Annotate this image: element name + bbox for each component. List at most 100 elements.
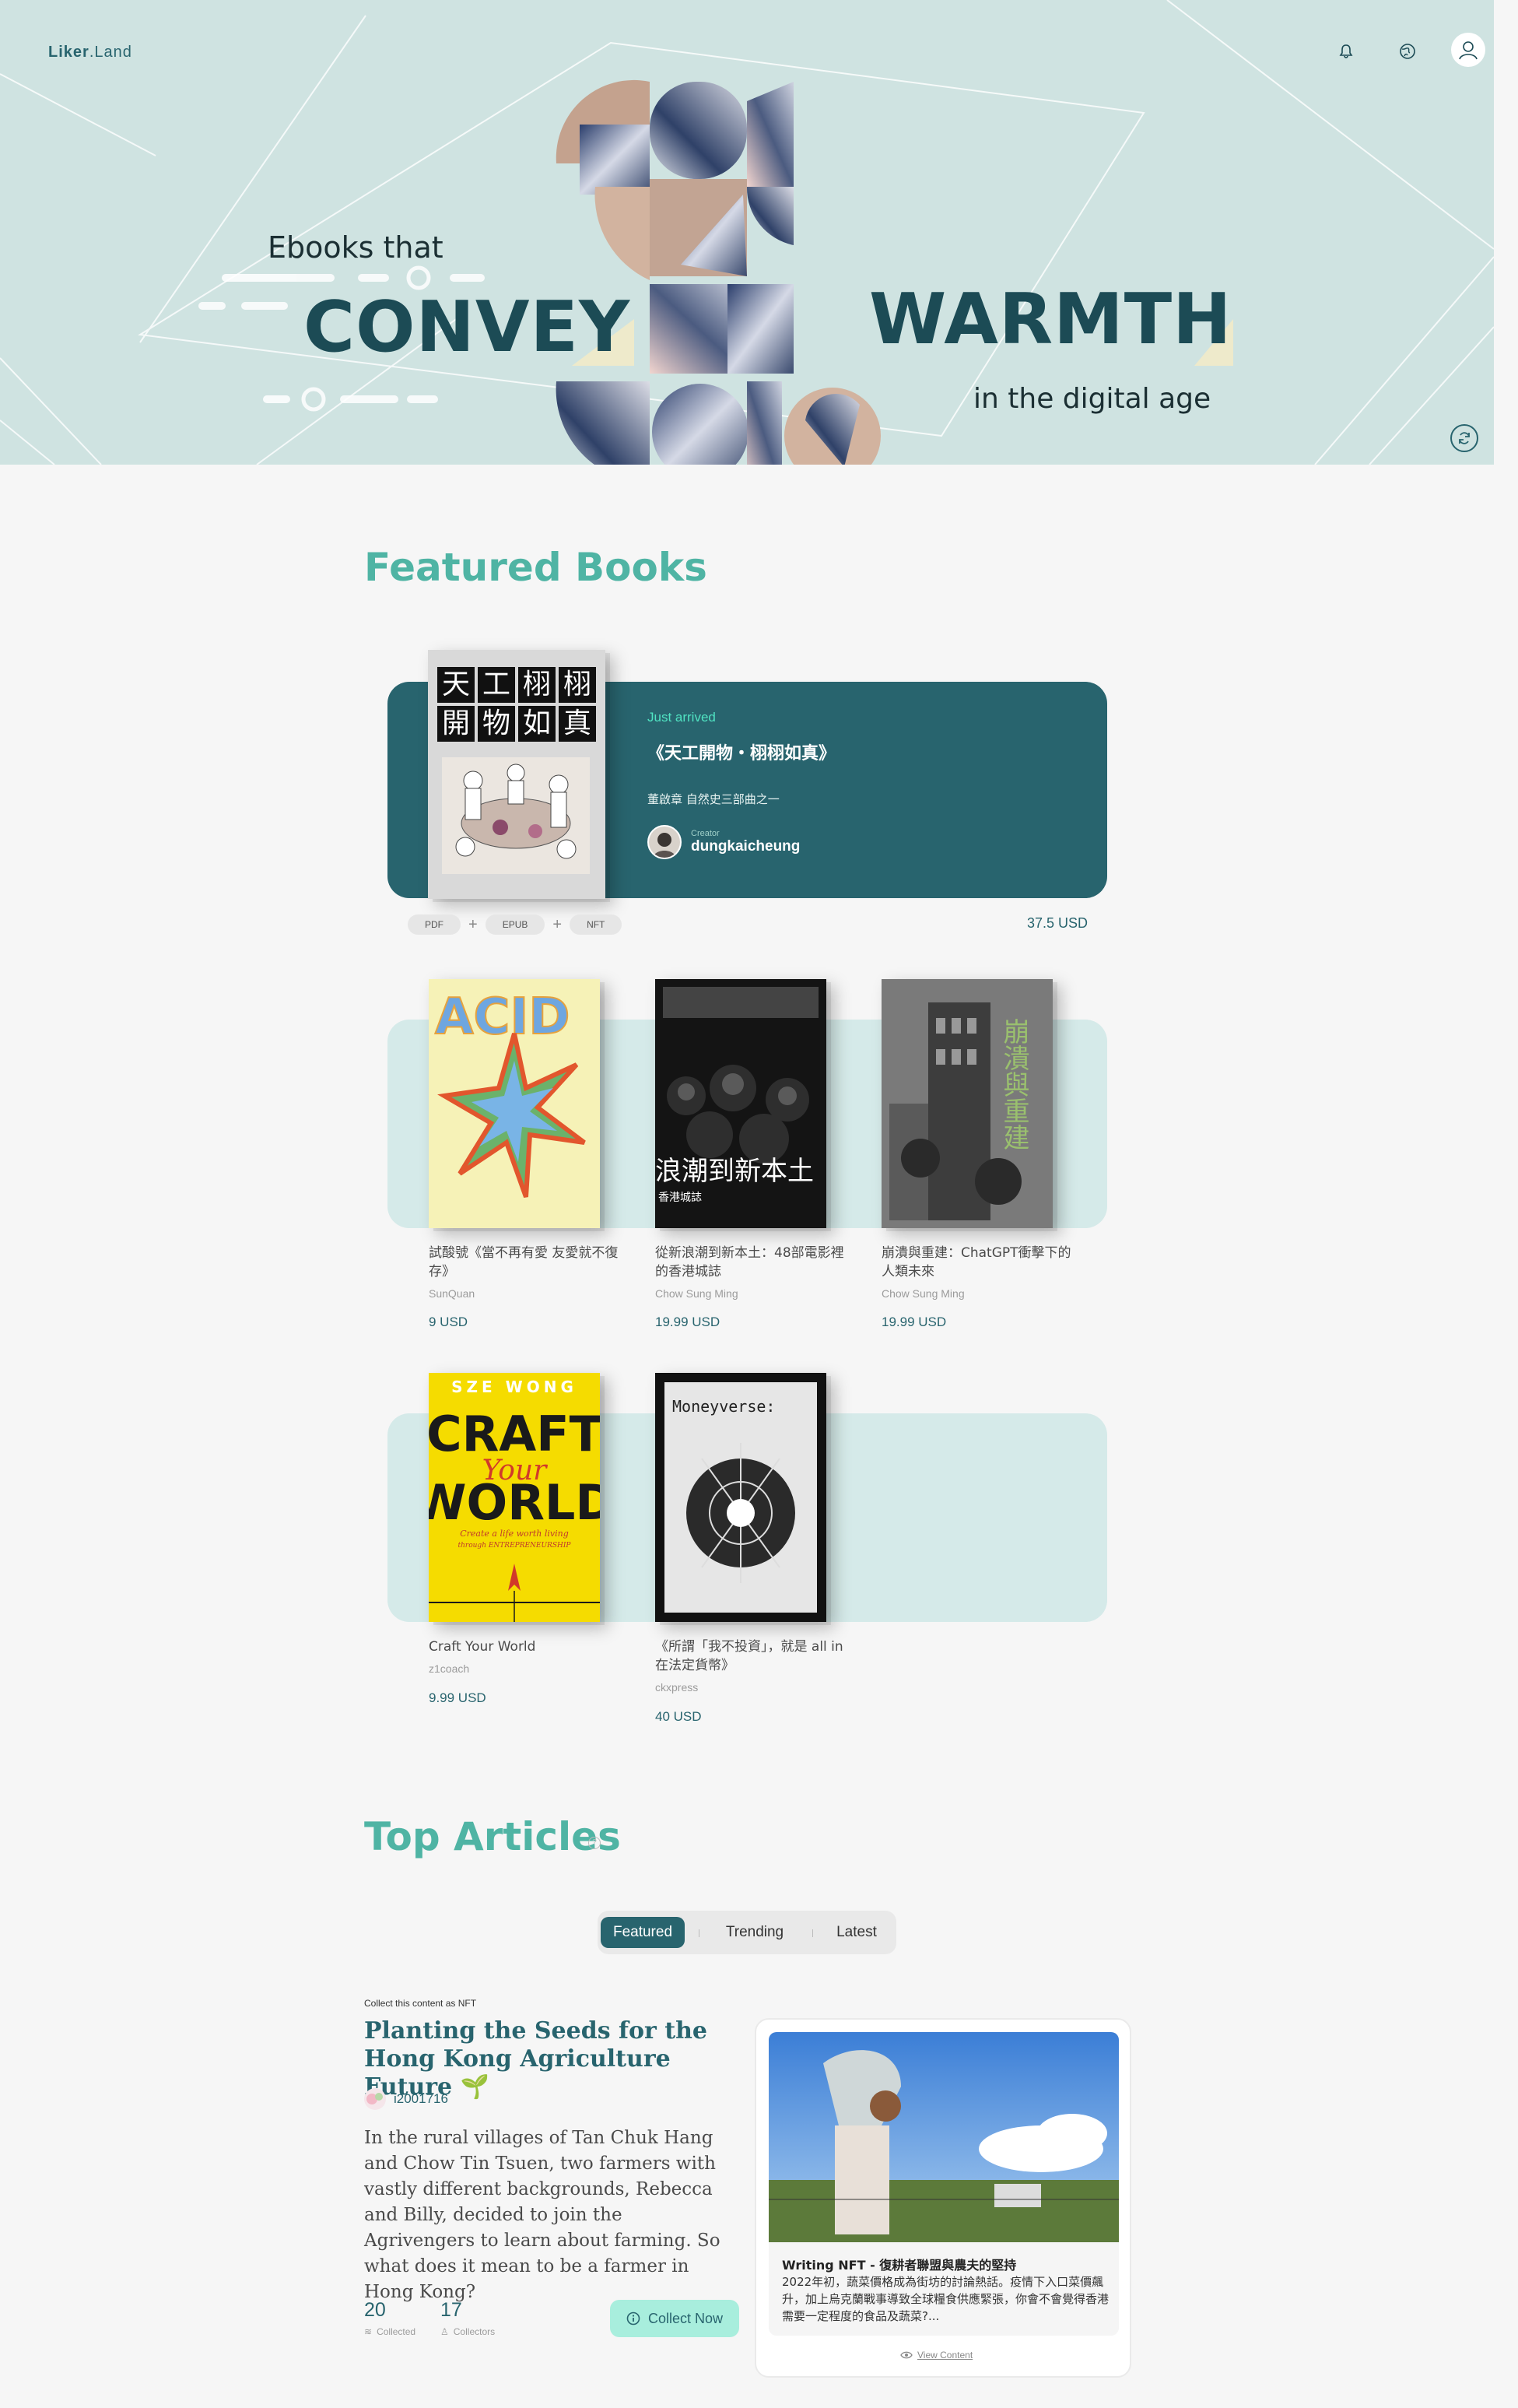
collected-count: 20 [364, 2299, 386, 2321]
nft-card-title: Writing NFT - 復耕者聯盟與農夫的堅持 [782, 2258, 1017, 2273]
book-author[interactable]: z1coach [429, 1662, 469, 1675]
plus-icon: + [468, 915, 478, 933]
view-content-label: View Content [917, 2350, 973, 2361]
book-author[interactable]: Chow Sung Ming [882, 1287, 965, 1300]
book-author[interactable]: SunQuan [429, 1287, 475, 1300]
book-author[interactable]: Chow Sung Ming [655, 1287, 738, 1300]
user-icon [1459, 41, 1478, 60]
featured-book-cover[interactable]: 天 工 栩 栩 開 物 如 真 [428, 650, 605, 899]
book-cover-moneyverse[interactable]: Moneyverse: [655, 1373, 826, 1622]
creator-avatar [647, 825, 682, 859]
cover-char: 真 [559, 706, 596, 742]
article-tabs: Featured Trending Latest [598, 1911, 896, 1954]
view-content-link[interactable]: View Content [900, 2350, 973, 2361]
moneyverse-cover-art: Moneyverse: [655, 1373, 826, 1622]
just-arrived-tag: Just arrived [647, 710, 716, 725]
plus-icon: + [552, 915, 563, 933]
info-circle-icon [626, 2311, 640, 2326]
format-badges: PDF + EPUB + NFT [408, 914, 622, 935]
nft-collect-label: Collect this content as NFT [364, 1998, 477, 2009]
new-wave-cover-art: 浪潮到新本土 香港城誌 [655, 979, 826, 1228]
logo[interactable]: Liker.Land [48, 44, 132, 61]
collectors-label: Collectors [453, 2326, 496, 2337]
acid-cover-art: ACID [429, 979, 600, 1228]
hero-word-warmth: WARMTH [869, 279, 1232, 360]
hero-line-2: in the digital age [973, 383, 1211, 415]
nft-card-description: 2022年初，蔬菜價格成為街坊的討論熱話。疫情下入口菜價飆升，加上烏克蘭戰事導致… [782, 2275, 1110, 2323]
featured-book-price: 37.5 USD [1027, 915, 1089, 931]
collected-stat: 20 ≋ Collected [364, 2299, 415, 2337]
hero-word-convey: CONVEY [303, 286, 631, 368]
moneyverse-cover-title: Moneyverse: [672, 1397, 775, 1416]
tab-featured[interactable]: Featured [601, 1917, 685, 1948]
hero-line-1: Ebooks that [268, 230, 443, 265]
author-avatar [364, 2088, 386, 2110]
cover-char: 如 [518, 706, 556, 742]
article-author[interactable]: i2001716 [364, 2088, 448, 2110]
tab-divider [812, 1929, 813, 1937]
new-wave-cover-subtitle: 香港城誌 [658, 1192, 702, 1204]
craft-cover-tagline-2: through ENTREPRENEURSHIP [458, 1542, 572, 1550]
book-title[interactable]: Craft Your World [429, 1638, 623, 1656]
collectors-stat: 17 ♙ Collectors [440, 2299, 495, 2337]
article-excerpt: In the rural villages of Tan Chuk Hang a… [364, 2128, 720, 2302]
globe-icon[interactable] [1390, 34, 1425, 68]
collapse-cover-art: 崩潰與重建 [882, 979, 1053, 1228]
collect-now-label: Collect Now [647, 2310, 724, 2326]
book-price: 9.99 USD [429, 1690, 486, 1705]
user-avatar-button[interactable] [1451, 33, 1485, 67]
tab-trending[interactable]: Trending [706, 1917, 803, 1948]
collapse-cover-title: 崩潰與重建 [998, 1018, 1029, 1150]
format-badge-nft: NFT [570, 914, 622, 935]
help-icon[interactable]: ? [588, 1837, 601, 1849]
refresh-icon[interactable] [1450, 424, 1478, 452]
cover-char: 開 [437, 706, 475, 742]
format-badge-epub: EPUB [485, 914, 545, 935]
cover-char: 工 [478, 667, 515, 703]
cover-char: 栩 [559, 667, 596, 703]
bell-icon[interactable] [1329, 34, 1363, 68]
book-title[interactable]: 《所謂「我不投資」，就是 all in 在法定貨幣》 [655, 1638, 850, 1675]
header-icons [1323, 33, 1494, 75]
collect-now-button[interactable]: Collect Now [610, 2300, 739, 2337]
book-price: 19.99 USD [655, 1315, 720, 1329]
creator-name: dungkaicheung [691, 838, 801, 855]
logo-text: Liker [48, 44, 89, 61]
logo-suffix: .Land [89, 44, 132, 61]
acid-cover-title: ACID [435, 988, 570, 1046]
book-cover-new-wave[interactable]: 浪潮到新本土 香港城誌 [655, 979, 826, 1228]
top-articles-title: Top Articles [364, 1814, 621, 1859]
book-author[interactable]: ckxpress [655, 1681, 698, 1694]
tab-latest[interactable]: Latest [820, 1917, 893, 1948]
book-title[interactable]: 試酸號《當不再有愛 友愛就不復存》 [429, 1244, 623, 1281]
collected-label: Collected [377, 2326, 416, 2337]
craft-cover-art: SZE WONG CRAFT Your WORLD Create a life … [429, 1373, 600, 1622]
book-price: 40 USD [655, 1709, 702, 1724]
author-name: i2001716 [394, 2091, 448, 2106]
eye-icon [900, 2351, 913, 2359]
featured-creator[interactable]: Creator dungkaicheung [647, 825, 800, 859]
book-title[interactable]: 從新浪潮到新本土：48部電影裡的香港城誌 [655, 1244, 850, 1281]
book-price: 19.99 USD [882, 1315, 947, 1329]
featured-books-title: Featured Books [364, 545, 707, 590]
book-cover-collapse[interactable]: 崩潰與重建 [882, 979, 1053, 1228]
hero-book-collage [556, 79, 881, 465]
craft-cover-tagline-1: Create a life worth living [460, 1529, 569, 1539]
cover-char: 栩 [518, 667, 556, 703]
format-badge-pdf: PDF [408, 914, 461, 935]
book-price: 9 USD [429, 1315, 468, 1329]
cover-char: 天 [437, 667, 475, 703]
nft-cover-image [769, 2032, 1119, 2242]
new-wave-cover-title: 浪潮到新本土 [655, 1156, 814, 1187]
cover-char: 物 [478, 706, 515, 742]
layers-icon: ≋ [364, 2326, 373, 2337]
featured-book-subtitle: 董啟章 自然史三部曲之一 [647, 792, 780, 806]
featured-book-title[interactable]: 《天工開物・栩栩如真》 [647, 739, 836, 764]
book-title[interactable]: 崩潰與重建：ChatGPT衝擊下的人類未來 [882, 1244, 1076, 1281]
book-cover-craft-your-world[interactable]: SZE WONG CRAFT Your WORLD Create a life … [429, 1373, 600, 1622]
hero-banner: Liker.Land Ebooks that CONVEY WARMTH in … [0, 0, 1494, 465]
collectors-count: 17 [440, 2299, 462, 2321]
creator-label: Creator [691, 829, 720, 838]
book-cover-acid[interactable]: ACID [429, 979, 600, 1228]
craft-cover-author: SZE WONG [451, 1378, 577, 1396]
